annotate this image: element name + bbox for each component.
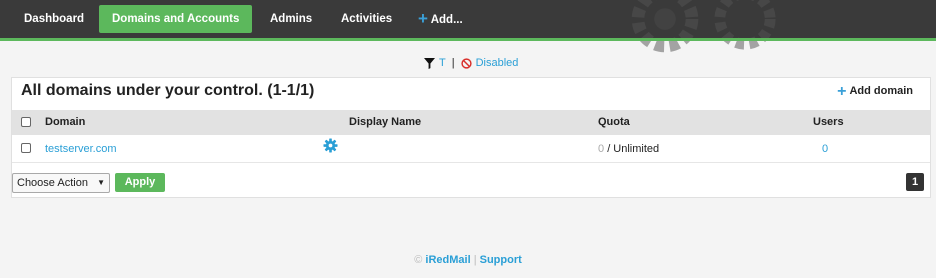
- choose-action-value: Choose Action: [17, 177, 88, 189]
- filter-t-link[interactable]: T: [439, 57, 446, 69]
- filter-disabled-link[interactable]: Disabled: [476, 57, 519, 69]
- nav-dashboard[interactable]: Dashboard: [11, 5, 97, 33]
- footer-separator: |: [473, 254, 477, 266]
- quota-used: 0: [598, 143, 605, 155]
- disabled-circle-icon: [460, 57, 472, 69]
- column-header-quota[interactable]: Quota: [598, 110, 630, 135]
- add-domain-label: Add domain: [849, 85, 913, 97]
- top-navigation-bar: Dashboard Domains and Accounts Admins Ac…: [0, 0, 936, 53]
- nav-add-menu[interactable]: + Add...: [406, 5, 476, 33]
- gear-icon[interactable]: [323, 138, 338, 153]
- filter-funnel-icon: [424, 57, 435, 69]
- decorative-gear-icon: [714, 0, 776, 50]
- plus-icon: +: [418, 9, 428, 28]
- nav-admins[interactable]: Admins: [257, 5, 325, 33]
- domains-panel: All domains under your control. (1-1/1) …: [11, 77, 931, 198]
- choose-action-select[interactable]: Choose Action ▼: [12, 173, 110, 193]
- add-domain-button[interactable]: + Add domain: [837, 82, 913, 100]
- filter-bar: T | Disabled: [424, 56, 518, 70]
- footer-brand-link[interactable]: iRedMail: [425, 254, 470, 266]
- quota-cell: 0 / Unlimited: [598, 135, 659, 163]
- decorative-gear-icon: [631, 0, 699, 53]
- row-checkbox[interactable]: [21, 143, 31, 153]
- apply-button[interactable]: Apply: [115, 173, 165, 192]
- filter-separator: |: [451, 57, 455, 69]
- table-row: testserver.com 0 / Unlimited 0: [12, 135, 930, 163]
- nav-accent-line: [0, 38, 936, 41]
- nav-domains-and-accounts[interactable]: Domains and Accounts: [99, 5, 253, 33]
- nav-add-label: Add...: [430, 14, 463, 26]
- table-header: Domain Display Name Quota Users: [12, 110, 930, 135]
- plus-icon: +: [837, 82, 847, 100]
- users-count-link[interactable]: 0: [822, 135, 828, 163]
- nav-activities[interactable]: Activities: [328, 5, 405, 33]
- bulk-actions-bar: Choose Action ▼ Apply 1: [12, 172, 930, 193]
- select-all-checkbox[interactable]: [21, 117, 31, 127]
- column-header-domain[interactable]: Domain: [45, 110, 85, 135]
- copyright-symbol: ©: [414, 254, 423, 266]
- domain-link[interactable]: testserver.com: [45, 135, 117, 163]
- footer-support-link[interactable]: Support: [480, 254, 522, 266]
- column-header-display-name[interactable]: Display Name: [349, 110, 421, 135]
- column-header-users[interactable]: Users: [813, 110, 844, 135]
- pagination-page[interactable]: 1: [906, 173, 924, 191]
- page-title: All domains under your control. (1-1/1): [21, 82, 315, 99]
- footer: © iRedMail | Support: [0, 254, 936, 266]
- quota-limit: / Unlimited: [607, 143, 660, 155]
- chevron-down-icon: ▼: [97, 178, 105, 187]
